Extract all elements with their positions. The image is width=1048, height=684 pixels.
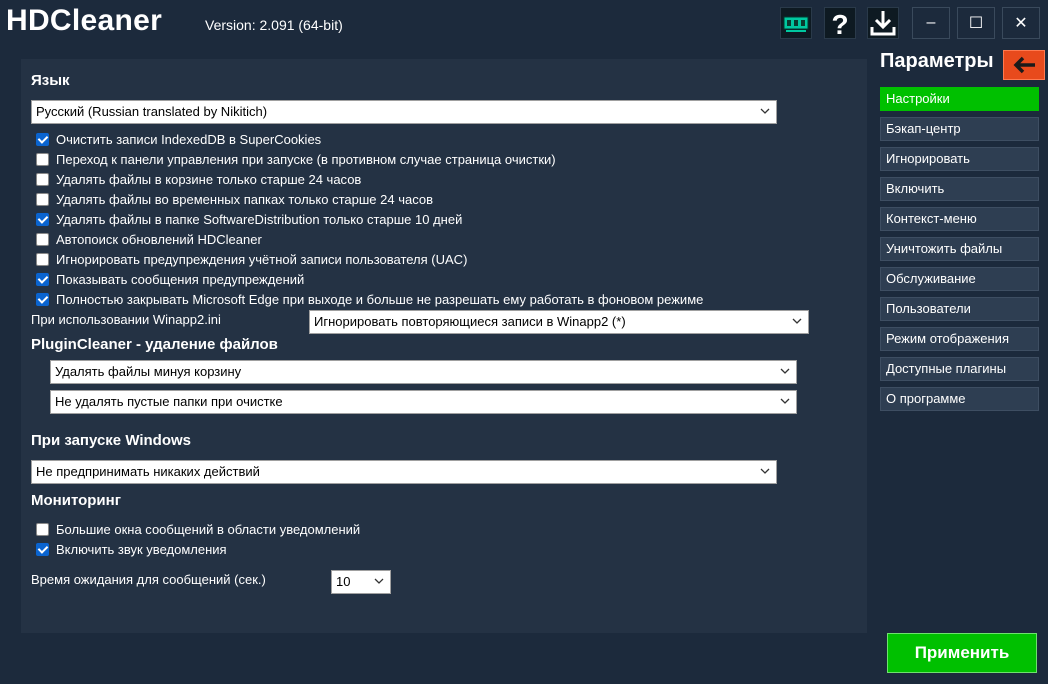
checkbox-label: Большие окна сообщений в области уведомл…	[56, 522, 361, 537]
checkbox-box[interactable]	[36, 523, 49, 536]
sidebar-item-users[interactable]: Пользователи	[880, 297, 1039, 321]
winapp-select[interactable]: Игнорировать повторяющиеся записи в Wina…	[309, 310, 809, 334]
sidebar-item-shred[interactable]: Уничтожить файлы	[880, 237, 1039, 261]
checkbox-label: Полностью закрывать Microsoft Edge при в…	[56, 292, 704, 307]
checkbox-auto-update[interactable]: Автопоиск обновлений HDCleaner	[36, 232, 262, 247]
minimize-button[interactable]: –	[912, 7, 950, 39]
checkbox-box[interactable]	[36, 173, 49, 186]
checkbox-box[interactable]	[36, 293, 49, 306]
checkbox-temp-24h[interactable]: Удалять файлы во временных папках только…	[36, 192, 433, 207]
checkbox-label: Переход к панели управления при запуске …	[56, 152, 556, 167]
checkbox-label: Удалять файлы в корзине только старше 24…	[56, 172, 362, 187]
checkbox-close-edge[interactable]: Полностью закрывать Microsoft Edge при в…	[36, 292, 703, 307]
sidebar-item-settings[interactable]: Настройки	[880, 87, 1039, 111]
plugin-heading: PluginCleaner - удаление файлов	[31, 336, 278, 353]
checkbox-label: Удалять файлы во временных папках только…	[56, 192, 434, 207]
checkbox-large-notifications[interactable]: Большие окна сообщений в области уведомл…	[36, 522, 360, 537]
plugin-delete-select[interactable]: Удалять файлы минуя корзину	[50, 360, 797, 384]
title-bar: HDCleaner Version: 2.091 (64-bit) ? – ☐ …	[0, 0, 1048, 46]
checkbox-box[interactable]	[36, 273, 49, 286]
arrow-left-icon	[1013, 56, 1035, 74]
sidebar-item-context-menu[interactable]: Контекст-меню	[880, 207, 1039, 231]
checkbox-label: Удалять файлы в папке SoftwareDistributi…	[56, 212, 463, 227]
checkbox-box[interactable]	[36, 253, 49, 266]
version-label: Version: 2.091 (64-bit)	[205, 17, 343, 33]
sidebar-item-ignore[interactable]: Игнорировать	[880, 147, 1039, 171]
checkbox-box[interactable]	[36, 543, 49, 556]
ram-icon[interactable]	[780, 7, 812, 39]
checkbox-label: Показывать сообщения предупреждений	[56, 272, 305, 287]
checkbox-label: Включить звук уведомления	[56, 542, 227, 557]
checkbox-softwaredistribution[interactable]: Удалять файлы в папке SoftwareDistributi…	[36, 212, 462, 227]
maximize-button[interactable]: ☐	[957, 7, 995, 39]
apply-button[interactable]: Применить	[887, 633, 1037, 673]
sidebar-title: Параметры	[880, 50, 994, 72]
settings-panel: Язык Русский (Russian translated by Niki…	[21, 59, 867, 633]
monitoring-heading: Мониторинг	[31, 492, 121, 509]
sidebar-item-maintenance[interactable]: Обслуживание	[880, 267, 1039, 291]
checkbox-ignore-uac[interactable]: Игнорировать предупреждения учётной запи…	[36, 252, 467, 267]
chevron-down-icon	[780, 398, 790, 404]
plugin-folders-select[interactable]: Не удалять пустые папки при очистке	[50, 390, 797, 414]
svg-text:?: ?	[831, 9, 848, 38]
language-select-value: Русский (Russian translated by Nikitich)	[36, 104, 268, 119]
chevron-down-icon	[760, 468, 770, 474]
checkbox-notification-sound[interactable]: Включить звук уведомления	[36, 542, 227, 557]
sidebar-item-display-mode[interactable]: Режим отображения	[880, 327, 1039, 351]
sidebar-item-plugins[interactable]: Доступные плагины	[880, 357, 1039, 381]
startup-select[interactable]: Не предпринимать никаких действий	[31, 460, 777, 484]
chevron-down-icon	[792, 318, 802, 324]
checkbox-recycle-24h[interactable]: Удалять файлы в корзине только старше 24…	[36, 172, 361, 187]
checkbox-box[interactable]	[36, 213, 49, 226]
checkbox-show-warnings[interactable]: Показывать сообщения предупреждений	[36, 272, 304, 287]
checkbox-box[interactable]	[36, 133, 49, 146]
checkbox-label: Автопоиск обновлений HDCleaner	[56, 232, 262, 247]
chevron-down-icon	[760, 108, 770, 114]
checkbox-box[interactable]	[36, 193, 49, 206]
help-icon[interactable]: ?	[824, 7, 856, 39]
timeout-select-value: 10	[336, 574, 351, 589]
close-button[interactable]: ✕	[1002, 7, 1040, 39]
download-icon[interactable]	[867, 7, 899, 39]
startup-heading: При запуске Windows	[31, 432, 192, 449]
language-heading: Язык	[31, 72, 70, 89]
sidebar-item-about[interactable]: О программе	[880, 387, 1039, 411]
language-select[interactable]: Русский (Russian translated by Nikitich)	[31, 100, 777, 124]
sidebar-item-include[interactable]: Включить	[880, 177, 1039, 201]
checkbox-dashboard-on-start[interactable]: Переход к панели управления при запуске …	[36, 152, 556, 167]
winapp-select-value: Игнорировать повторяющиеся записи в Wina…	[314, 314, 626, 329]
app-title: HDCleaner	[6, 4, 163, 37]
chevron-down-icon	[374, 578, 384, 584]
winapp-label: При использовании Winapp2.ini	[31, 312, 221, 327]
sidebar-item-backup[interactable]: Бэкап-центр	[880, 117, 1039, 141]
plugin-delete-value: Удалять файлы минуя корзину	[55, 364, 242, 379]
timeout-select[interactable]: 10	[331, 570, 391, 594]
checkbox-box[interactable]	[36, 153, 49, 166]
checkbox-label: Игнорировать предупреждения учётной запи…	[56, 252, 468, 267]
checkbox-label: Очистить записи IndexedDB в SuperCookies	[56, 132, 322, 147]
startup-select-value: Не предпринимать никаких действий	[36, 464, 260, 479]
chevron-down-icon	[780, 368, 790, 374]
timeout-label: Время ожидания для сообщений (сек.)	[31, 572, 266, 587]
checkbox-box[interactable]	[36, 233, 49, 246]
checkbox-indexeddb[interactable]: Очистить записи IndexedDB в SuperCookies	[36, 132, 321, 147]
plugin-folders-value: Не удалять пустые папки при очистке	[55, 394, 283, 409]
back-button[interactable]	[1003, 50, 1045, 80]
